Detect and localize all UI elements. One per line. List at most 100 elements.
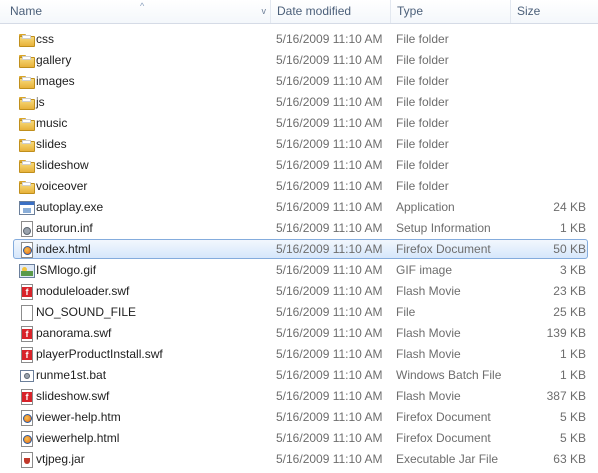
- file-row[interactable]: slideshow 5/16/2009 11:10 AM File folder: [0, 155, 598, 176]
- file-name: vtjpeg.jar: [36, 452, 85, 466]
- file-row[interactable]: f moduleloader.swf 5/16/2009 11:10 AM Flash…: [0, 281, 598, 302]
- flash-movie-icon: f: [19, 326, 35, 342]
- file-size: 139 KB: [546, 326, 586, 340]
- file-size: 25 KB: [553, 305, 586, 319]
- file-size: 63 KB: [553, 452, 586, 466]
- flash-movie-icon: f: [19, 389, 35, 405]
- file-type: File folder: [396, 95, 449, 109]
- file-row[interactable]: js 5/16/2009 11:10 AM File folder: [0, 92, 598, 113]
- file-row[interactable]: images 5/16/2009 11:10 AM File folder: [0, 71, 598, 92]
- folder-icon: [19, 95, 35, 111]
- file-name: moduleloader.swf: [36, 284, 130, 298]
- file-date-modified: 5/16/2009 11:10 AM: [276, 263, 383, 277]
- file-size: 23 KB: [553, 284, 586, 298]
- file-row[interactable]: f panorama.swf 5/16/2009 11:10 AM Flash Mov…: [0, 323, 598, 344]
- file-row[interactable]: ISMlogo.gif 5/16/2009 11:10 AM GIF image 3 …: [0, 260, 598, 281]
- file-date-modified: 5/16/2009 11:10 AM: [276, 200, 383, 214]
- file-size: 1 KB: [559, 347, 586, 361]
- file-type: File: [396, 305, 416, 319]
- file-row[interactable]: f playerProductInstall.swf 5/16/2009 11:10…: [0, 344, 598, 365]
- file-size: 5 KB: [559, 410, 586, 424]
- column-header-type[interactable]: Type: [391, 0, 511, 23]
- file-name: runme1st.bat: [36, 368, 107, 382]
- file-date-modified: 5/16/2009 11:10 AM: [276, 305, 383, 319]
- file-name: panorama.swf: [36, 326, 112, 340]
- file-row[interactable]: gallery 5/16/2009 11:10 AM File folder: [0, 50, 598, 71]
- file-row[interactable]: viewer-help.htm 5/16/2009 11:10 AM Firefox…: [0, 407, 598, 428]
- file-type: Setup Information: [396, 221, 491, 235]
- file-row[interactable]: vtjpeg.jar 5/16/2009 11:10 AM Executable J…: [0, 449, 598, 470]
- folder-icon: [19, 53, 35, 69]
- file-size: 387 KB: [546, 389, 586, 403]
- file-date-modified: 5/16/2009 11:10 AM: [276, 242, 383, 256]
- file-date-modified: 5/16/2009 11:10 AM: [276, 389, 383, 403]
- column-header-type-label: Type: [397, 4, 424, 18]
- file-type: File folder: [396, 158, 449, 172]
- folder-icon: [19, 179, 35, 195]
- firefox-document-icon: [19, 410, 35, 426]
- file-size: 5 KB: [559, 431, 586, 445]
- file-list: css 5/16/2009 11:10 AM File folder gallery 5…: [0, 29, 598, 470]
- file-type: GIF image: [396, 263, 453, 277]
- file-name: slides: [36, 137, 67, 151]
- file-date-modified: 5/16/2009 11:10 AM: [276, 179, 383, 193]
- file-date-modified: 5/16/2009 11:10 AM: [276, 410, 383, 424]
- firefox-document-icon: [19, 242, 35, 258]
- file-date-modified: 5/16/2009 11:10 AM: [276, 158, 383, 172]
- file-date-modified: 5/16/2009 11:10 AM: [276, 452, 383, 466]
- file-row[interactable]: runme1st.bat 5/16/2009 11:10 AM Windows Ba…: [0, 365, 598, 386]
- file-row[interactable]: autorun.inf 5/16/2009 11:10 AM Setup Infor…: [0, 218, 598, 239]
- file-date-modified: 5/16/2009 11:10 AM: [276, 326, 383, 340]
- file-name: ISMlogo.gif: [36, 263, 97, 277]
- file-type: Flash Movie: [396, 389, 461, 403]
- file-row-selected[interactable]: index.html 5/16/2009 11:10 AM Firefox Docu…: [0, 239, 598, 260]
- gif-image-icon: [19, 263, 35, 279]
- file-row[interactable]: f slideshow.swf 5/16/2009 11:10 AM Flash Mo…: [0, 386, 598, 407]
- column-header-name[interactable]: ^ Name v: [0, 0, 271, 23]
- file-row[interactable]: voiceover 5/16/2009 11:10 AM File folder: [0, 176, 598, 197]
- file-name: gallery: [36, 53, 72, 67]
- file-type: File folder: [396, 53, 449, 67]
- folder-icon: [19, 116, 35, 132]
- file-row[interactable]: music 5/16/2009 11:10 AM File folder: [0, 113, 598, 134]
- file-type: File folder: [396, 74, 449, 88]
- file-name: NO_SOUND_FILE: [36, 305, 137, 319]
- file-type: File folder: [396, 179, 449, 193]
- file-date-modified: 5/16/2009 11:10 AM: [276, 368, 383, 382]
- file-type: Application: [396, 200, 455, 214]
- file-type: Flash Movie: [396, 326, 461, 340]
- file-date-modified: 5/16/2009 11:10 AM: [276, 32, 383, 46]
- sort-ascending-icon: ^: [140, 1, 145, 11]
- file-size: 50 KB: [553, 242, 586, 256]
- column-header-date-modified[interactable]: Date modified: [271, 0, 391, 23]
- file-type: Firefox Document: [396, 431, 491, 445]
- application-icon: [19, 200, 35, 216]
- file-name: autorun.inf: [36, 221, 93, 235]
- file-name: images: [36, 74, 75, 88]
- chevron-down-icon[interactable]: v: [262, 0, 267, 23]
- flash-movie-icon: f: [19, 284, 35, 300]
- folder-icon: [19, 158, 35, 174]
- file-date-modified: 5/16/2009 11:10 AM: [276, 116, 383, 130]
- file-row[interactable]: css 5/16/2009 11:10 AM File folder: [0, 29, 598, 50]
- flash-movie-icon: f: [19, 347, 35, 363]
- file-row[interactable]: viewerhelp.html 5/16/2009 11:10 AM Firefox…: [0, 428, 598, 449]
- file-size: 24 KB: [553, 200, 586, 214]
- file-type: Executable Jar File: [396, 452, 499, 466]
- folder-icon: [19, 32, 35, 48]
- file-size: 1 KB: [559, 368, 586, 382]
- file-name: js: [36, 95, 45, 109]
- file-type: Windows Batch File: [396, 368, 502, 382]
- column-header-size-label: Size: [517, 4, 541, 18]
- file-name: voiceover: [36, 179, 88, 193]
- column-header-size[interactable]: Size: [511, 0, 598, 23]
- column-header: ^ Name v Date modified Type Size: [0, 0, 598, 24]
- file-row[interactable]: slides 5/16/2009 11:10 AM File folder: [0, 134, 598, 155]
- file-name: autoplay.exe: [36, 200, 104, 214]
- file-row[interactable]: autoplay.exe 5/16/2009 11:10 AM Applicatio…: [0, 197, 598, 218]
- file-row[interactable]: NO_SOUND_FILE 5/16/2009 11:10 AM File 25 KB: [0, 302, 598, 323]
- file-name: index.html: [36, 242, 91, 256]
- column-header-name-label: Name: [10, 4, 43, 18]
- file-date-modified: 5/16/2009 11:10 AM: [276, 95, 383, 109]
- file-date-modified: 5/16/2009 11:10 AM: [276, 137, 383, 151]
